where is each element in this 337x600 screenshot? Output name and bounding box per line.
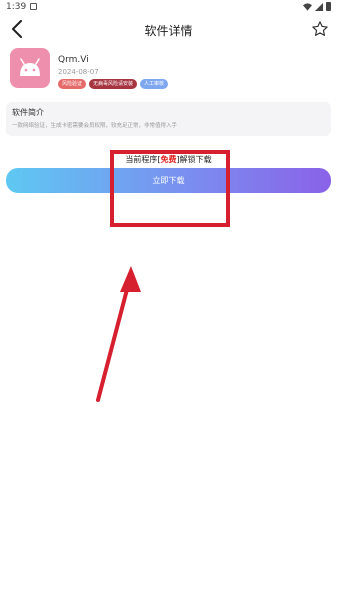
intro-card: 软件简介 一款网络验证，生成卡密需要会员权限，较充足正常，非常值得入手: [6, 102, 331, 136]
tag-manual-review: 人工审核: [140, 79, 169, 89]
title-bar: 软件详情: [0, 14, 337, 44]
app-icon: [10, 48, 50, 88]
favorite-button[interactable]: [309, 18, 331, 40]
annotation-highlight-box: [110, 150, 230, 227]
status-time: 1:39: [6, 2, 27, 12]
app-date: 2024-08-07: [58, 68, 99, 76]
tag-list: 风险验证 无病毒风险请安装 人工审核: [58, 79, 169, 89]
status-bar: 1:39: [0, 0, 337, 14]
app-name: Qrm.Vi: [58, 55, 89, 65]
page-title: 软件详情: [144, 24, 193, 38]
tag-virus-free: 无病毒风险请安装: [89, 79, 138, 89]
tag-risk-verify: 风险验证: [58, 79, 87, 89]
notification-icon: [30, 3, 37, 10]
signal-icon: [315, 2, 323, 11]
android-icon: [20, 58, 40, 76]
app-card: Qrm.Vi 2024-08-07 风险验证 无病毒风险请安装 人工审核: [6, 46, 331, 96]
intro-heading: 软件简介: [12, 108, 44, 117]
status-icons: [303, 2, 331, 11]
wifi-icon: [303, 2, 312, 11]
battery-icon: [326, 2, 331, 11]
intro-text: 一款网络验证，生成卡密需要会员权限，较充足正常，非常值得入手: [12, 123, 178, 129]
star-outline-icon: [312, 21, 328, 36]
